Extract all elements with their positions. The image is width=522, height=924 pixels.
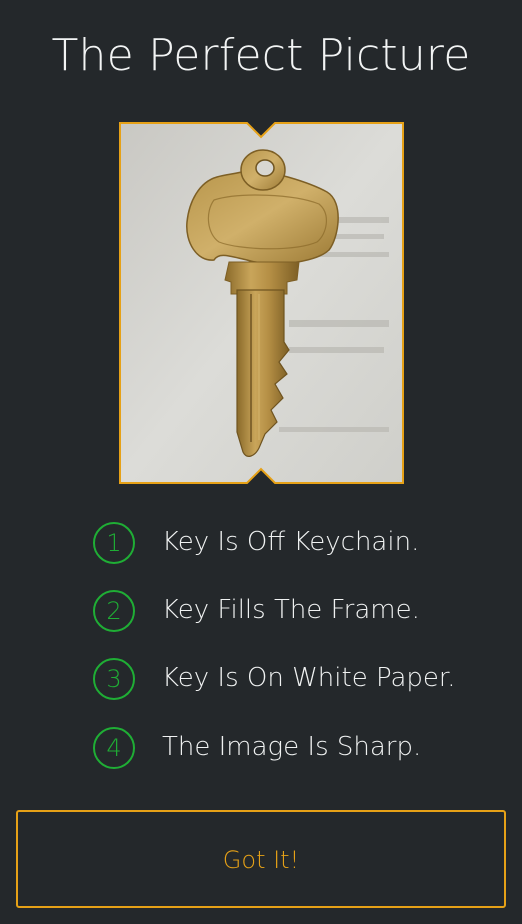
checklist-item-text: The Image Is Sharp.: [162, 732, 422, 762]
checklist-item-text: Key Is On White Paper.: [162, 663, 456, 693]
step-number-badge: 4: [93, 727, 135, 769]
checklist-item: 2 Key Fills The Frame.: [93, 590, 493, 636]
step-number-badge: 3: [93, 658, 135, 700]
step-number-badge: 2: [93, 590, 135, 632]
checklist-item-text: Key Fills The Frame.: [162, 595, 420, 625]
key-photo-frame: [119, 122, 404, 484]
page-title: The Perfect Picture: [51, 30, 471, 81]
key-photo: [119, 122, 404, 484]
checklist-item: 3 Key Is On White Paper.: [93, 658, 493, 704]
checklist-item: 4 The Image Is Sharp.: [93, 727, 493, 773]
step-number-badge: 1: [93, 522, 135, 564]
checklist-item-text: Key Is Off Keychain.: [162, 527, 420, 557]
checklist-item: 1 Key Is Off Keychain.: [93, 522, 493, 568]
got-it-button[interactable]: Got It!: [16, 810, 506, 908]
